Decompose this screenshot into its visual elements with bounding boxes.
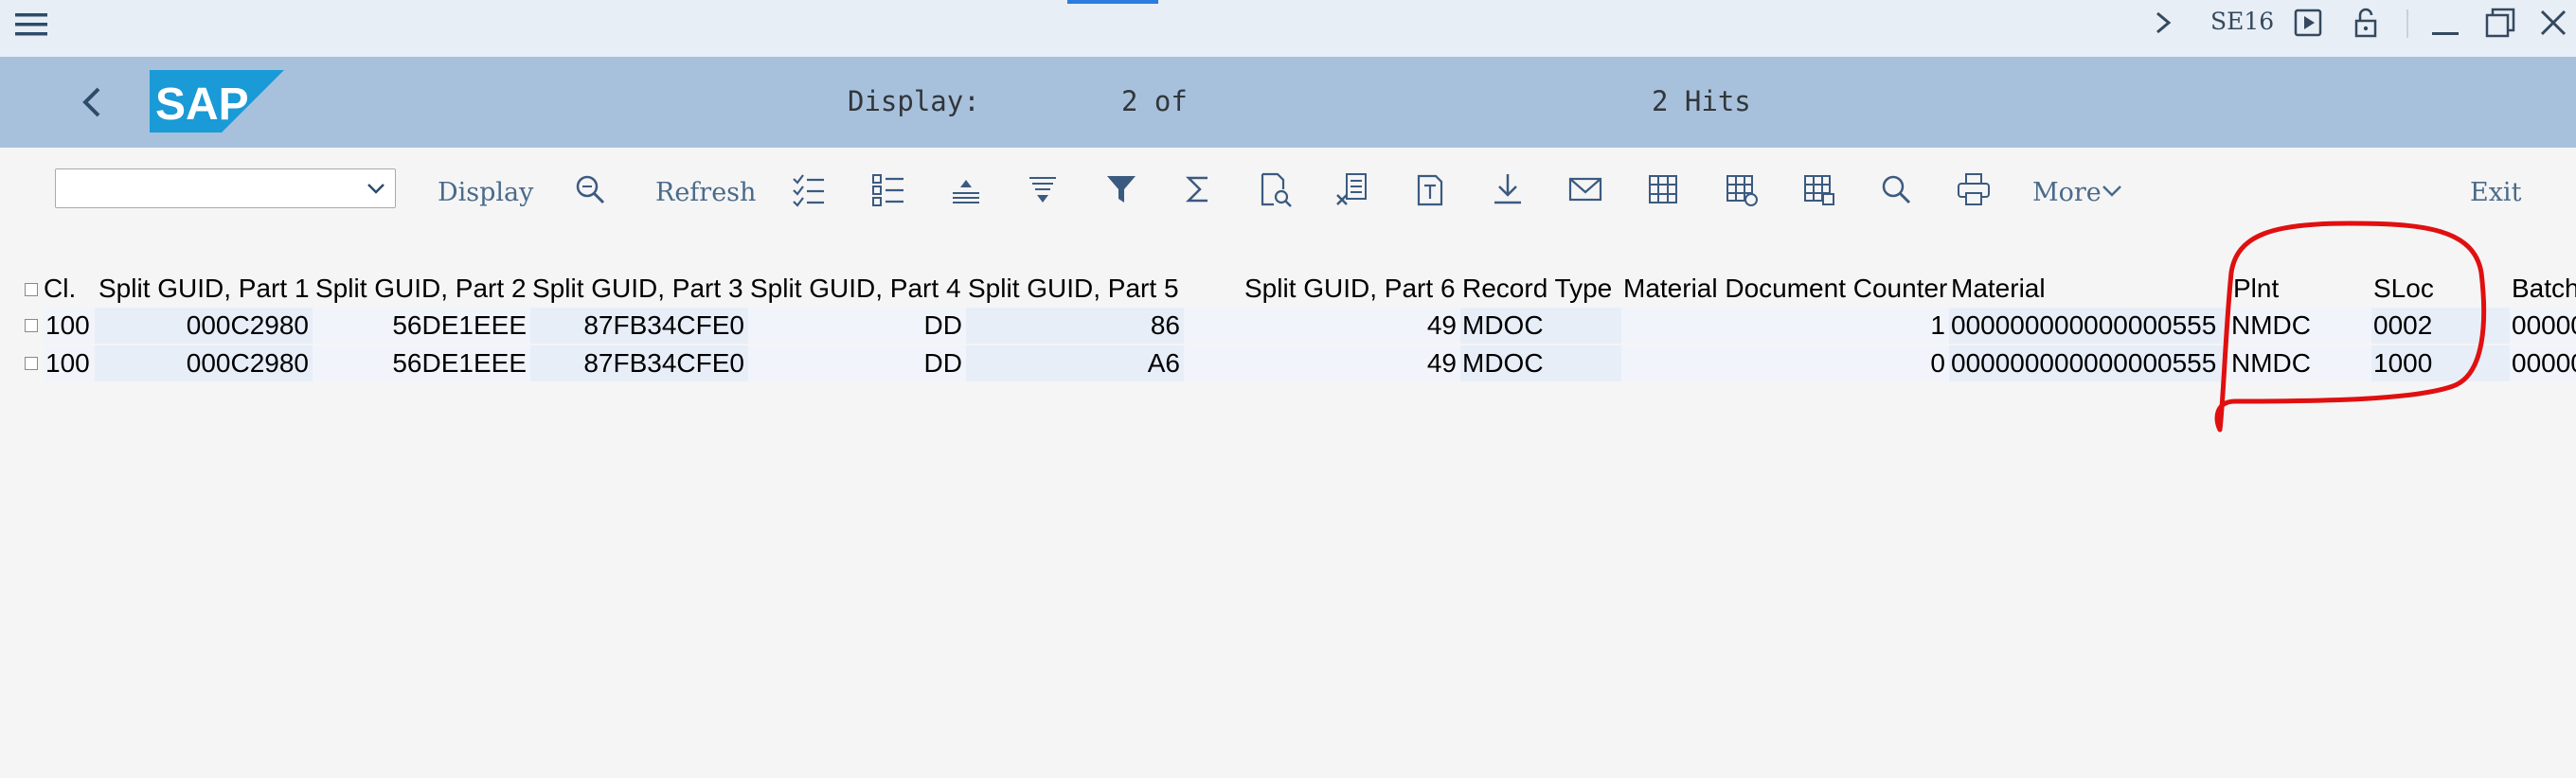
table-cell: 000C2980: [95, 345, 313, 381]
minimize-icon[interactable]: [2426, 4, 2464, 42]
close-icon[interactable]: [2534, 4, 2572, 42]
column-header[interactable]: Split GUID, Part 4: [750, 270, 974, 308]
display-label: Display:: [848, 85, 980, 117]
column-header[interactable]: Batch: [2512, 270, 2576, 308]
column-header[interactable]: Split GUID, Part 6: [1244, 270, 1468, 308]
annotation-circle: [2214, 221, 2487, 433]
unlock-icon[interactable]: [2347, 4, 2385, 42]
sort-descending-icon[interactable]: [1024, 170, 1062, 208]
menu-icon[interactable]: [13, 6, 51, 44]
print-preview-icon[interactable]: [1257, 170, 1295, 208]
table-cell: 49: [1184, 308, 1460, 344]
table-cell: 000C2980: [95, 308, 313, 344]
table-cell: 000000000000000555: [1949, 308, 2226, 344]
refresh-button[interactable]: Refresh: [655, 178, 756, 207]
grid-save-icon[interactable]: [1799, 170, 1837, 208]
divider: [2406, 9, 2408, 38]
select-all-checkbox[interactable]: [25, 283, 38, 296]
svg-text:SAP: SAP: [155, 80, 249, 130]
top-bar: SE16: [0, 0, 2576, 57]
search-icon[interactable]: [1877, 170, 1915, 208]
text-document-icon[interactable]: [1411, 170, 1449, 208]
chevron-right-icon[interactable]: [2144, 4, 2182, 42]
table-cell: 0: [1621, 345, 1949, 381]
back-arrow-icon[interactable]: [74, 81, 112, 123]
column-header[interactable]: Split GUID, Part 1: [98, 270, 322, 308]
table-cell: 00000: [2510, 345, 2576, 381]
table-cell: 87FB34CFE0: [530, 345, 748, 381]
sum-icon[interactable]: [1179, 170, 1217, 208]
application-toolbar: Display Refresh More Exit: [0, 148, 2576, 242]
sort-ascending-icon[interactable]: [947, 170, 985, 208]
grid-settings-icon[interactable]: [1722, 170, 1760, 208]
table-cell: 49: [1184, 345, 1460, 381]
table-cell: 1: [1621, 308, 1949, 344]
chevron-down-icon[interactable]: [2101, 180, 2123, 203]
hits-count: 2 Hits: [1652, 85, 1751, 117]
data-table: Cl. Split GUID, Part 1 Split GUID, Part …: [19, 270, 2576, 383]
execute-icon[interactable]: [2290, 4, 2328, 42]
table-cell: 87FB34CFE0: [530, 308, 748, 344]
column-header[interactable]: Material: [1951, 270, 2140, 308]
title-bar: SAP Display: 2 of 2 Hits: [0, 57, 2576, 148]
table-cell: A6: [966, 345, 1184, 381]
mail-icon[interactable]: [1566, 170, 1604, 208]
more-button[interactable]: More: [2032, 178, 2102, 207]
zoom-details-icon[interactable]: [571, 170, 609, 208]
table-row[interactable]: 100 000C2980 56DE1EEE 87FB34CFE0 DD 86 4…: [19, 308, 2576, 344]
variant-dropdown[interactable]: [55, 168, 396, 208]
table-cell: 000000000000000555: [1949, 345, 2226, 381]
column-header[interactable]: Record Type: [1462, 270, 1635, 308]
list-details-icon[interactable]: [869, 170, 907, 208]
column-header[interactable]: Split GUID, Part 5: [968, 270, 1191, 308]
table-cell: 56DE1EEE: [313, 345, 530, 381]
column-header[interactable]: Split GUID, Part 3: [532, 270, 756, 308]
table-cell: DD: [748, 308, 966, 344]
restore-icon[interactable]: [2481, 4, 2519, 42]
sap-logo: SAP: [150, 70, 284, 133]
table-cell: 86: [966, 308, 1184, 344]
table-row[interactable]: 100 000C2980 56DE1EEE 87FB34CFE0 DD A6 4…: [19, 345, 2576, 381]
display-button[interactable]: Display: [438, 178, 533, 207]
table-cell: 56DE1EEE: [313, 308, 530, 344]
chevron-down-icon: [367, 184, 385, 194]
export-spreadsheet-icon[interactable]: [1333, 170, 1371, 208]
grid-layout-icon[interactable]: [1644, 170, 1682, 208]
table-cell: 00000: [2510, 308, 2576, 344]
download-icon[interactable]: [1489, 170, 1527, 208]
column-header[interactable]: Material Document Counter: [1623, 270, 1964, 308]
print-icon[interactable]: [1955, 170, 1993, 208]
column-header[interactable]: Split GUID, Part 2: [315, 270, 539, 308]
transaction-code: SE16: [2210, 8, 2275, 35]
row-select-checkbox[interactable]: [25, 319, 38, 332]
record-position: 2 of: [1121, 85, 1188, 117]
table-cell: DD: [748, 345, 966, 381]
row-select-checkbox[interactable]: [25, 357, 38, 370]
active-tab-indicator: [1067, 0, 1158, 4]
table-cell: MDOC: [1460, 345, 1621, 381]
exit-button[interactable]: Exit: [2470, 178, 2521, 207]
filter-icon[interactable]: [1102, 170, 1140, 208]
checklist-icon[interactable]: [790, 170, 828, 208]
table-cell: MDOC: [1460, 308, 1621, 344]
